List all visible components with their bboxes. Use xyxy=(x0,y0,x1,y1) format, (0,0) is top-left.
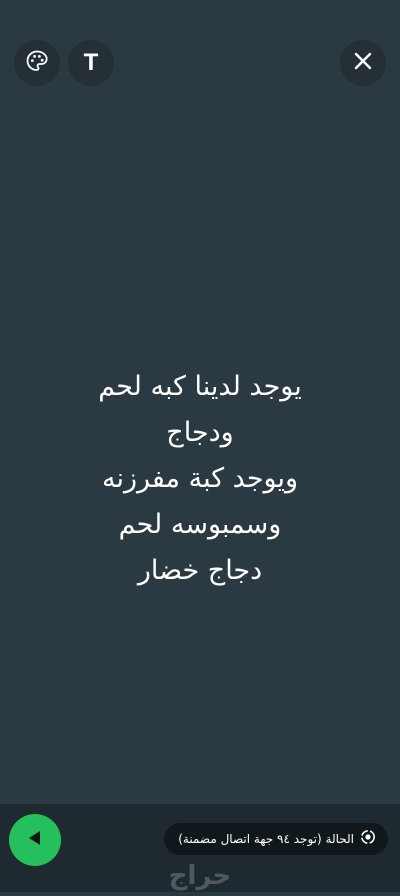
status-text-line-3: ويوجد كبة مفرزنه xyxy=(101,463,299,494)
text-icon: T xyxy=(83,49,99,76)
status-privacy-label: الحالة (توجد ٩٤ جهة اتصال مضمنة) xyxy=(178,832,354,846)
close-icon xyxy=(352,50,374,76)
status-text-line-2: ودجاج xyxy=(166,417,234,448)
status-ring-icon xyxy=(360,829,376,849)
haraj-watermark: حراج xyxy=(150,856,250,892)
status-privacy-button[interactable]: الحالة (توجد ٩٤ جهة اتصال مضمنة) xyxy=(164,823,388,855)
palette-icon xyxy=(25,49,49,77)
send-button[interactable] xyxy=(9,814,61,866)
status-text-line-5: دجاج خضار xyxy=(137,555,263,586)
palette-button[interactable] xyxy=(14,40,60,86)
status-text-line-4: وسمبوسه لحم xyxy=(118,509,282,540)
watermark-text: حراج xyxy=(169,861,232,891)
close-button[interactable] xyxy=(340,40,386,86)
send-arrow-icon xyxy=(24,827,46,853)
status-text: يوجد لدينا كبه لحم ودجاج ويوجد كبة مفرزن… xyxy=(0,364,400,594)
status-text-line-1: يوجد لدينا كبه لحم xyxy=(98,371,302,402)
text-style-button[interactable]: T xyxy=(68,40,114,86)
